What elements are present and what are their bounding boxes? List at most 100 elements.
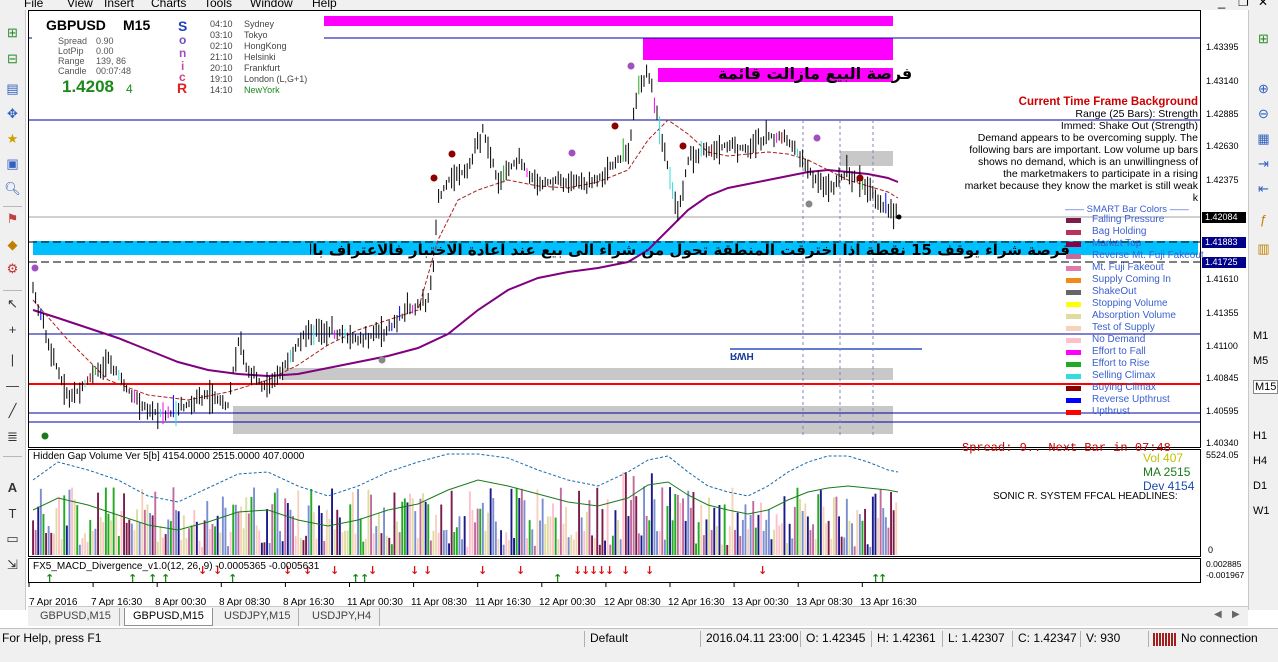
marker-dot — [41, 432, 49, 440]
market-watch-icon[interactable]: ▤ — [3, 80, 22, 98]
menu-window[interactable]: Window — [250, 0, 293, 10]
volume-bar — [731, 487, 734, 555]
minimize-icon[interactable]: _ — [1218, 0, 1225, 9]
arrows-icon[interactable]: ⇲ — [3, 556, 22, 574]
autoscroll-icon[interactable]: ⇥ — [1254, 155, 1273, 173]
shift-icon[interactable]: ⇤ — [1254, 180, 1273, 198]
volume-bar — [747, 529, 749, 555]
menu-file[interactable]: File — [24, 0, 43, 10]
horizontal-line-icon[interactable]: — — [3, 376, 22, 394]
tab-scroll-left-icon[interactable]: ◀ — [1214, 609, 1222, 620]
info-row-label: Candle — [58, 66, 87, 76]
experts-icon[interactable]: ⚙ — [3, 260, 22, 278]
crosshair-icon[interactable]: + — [3, 320, 22, 338]
new-chart-icon[interactable]: ⊞ — [1254, 30, 1273, 48]
templates-icon[interactable]: ▥ — [1254, 240, 1273, 258]
volume-bar — [801, 510, 804, 555]
tf-w1[interactable]: W1 — [1253, 505, 1270, 517]
volume-bar — [466, 546, 469, 555]
chart-tab-active[interactable]: GBPUSD,M15 — [124, 608, 213, 626]
tester-icon[interactable]: 🔍︎ — [3, 180, 22, 198]
legend-label: Selling Climax — [1092, 370, 1156, 381]
volume-bar — [448, 543, 450, 555]
volume-bar — [726, 544, 729, 555]
supply-zone-1 — [643, 38, 893, 60]
terminal-icon[interactable]: ▣ — [3, 155, 22, 173]
tab-scroll-right-icon[interactable]: ▶ — [1232, 609, 1240, 620]
volume-bar — [596, 487, 599, 555]
new-chart-icon[interactable]: ⊞ — [3, 24, 22, 42]
volume-bar — [354, 533, 357, 555]
timeframe-label: M15 — [123, 17, 151, 33]
level-price-box: 1.41883 — [1202, 237, 1246, 248]
volume-bar — [297, 490, 300, 555]
zoom-in-icon[interactable]: ⊕ — [1254, 80, 1273, 98]
volume-bar — [172, 487, 175, 555]
trendline-icon[interactable]: ╱ — [3, 402, 22, 420]
tf-h4[interactable]: H4 — [1253, 455, 1267, 467]
chart-tab[interactable]: USDJPY,M15 — [216, 608, 300, 626]
volume-bar — [544, 523, 547, 555]
legend-label: ShakeOut — [1092, 286, 1137, 297]
tf-h1[interactable]: H1 — [1253, 430, 1267, 442]
text-icon[interactable]: A — [3, 478, 22, 496]
chart-tab[interactable]: USDJPY,H4 — [304, 608, 381, 626]
profiles-icon[interactable]: ⊟ — [3, 50, 22, 68]
tf-d1[interactable]: D1 — [1253, 480, 1267, 492]
shapes-icon[interactable]: ▭ — [3, 530, 22, 548]
volume-bar — [424, 501, 427, 555]
menu-charts[interactable]: Charts — [151, 0, 186, 10]
volume-bar — [864, 508, 866, 555]
volume-bar — [398, 532, 401, 555]
legend-swatch — [1066, 398, 1081, 403]
menu-view[interactable]: View — [67, 0, 93, 10]
ctf-title: Current Time Frame Background — [1018, 96, 1198, 108]
volume-bar — [177, 511, 180, 555]
volume-bar — [260, 542, 263, 555]
legend-swatch — [1066, 254, 1081, 259]
marker-dot — [568, 149, 576, 157]
volume-bar — [622, 472, 625, 555]
tile-icon[interactable]: ▦ — [1254, 130, 1273, 148]
gray-zone-mid — [283, 368, 893, 380]
volume-bar — [554, 517, 557, 555]
close-icon[interactable]: ✕ — [1258, 0, 1268, 9]
ctf-background-legend: Current Time Frame Background Range (25 … — [938, 96, 1198, 204]
info-row-label: Range — [58, 56, 85, 66]
volume-bar — [341, 532, 344, 555]
volume-bar — [549, 516, 552, 555]
label-icon[interactable]: T — [3, 504, 22, 522]
macd-arrow-down-icon: ↓ — [605, 564, 614, 577]
tf-m5[interactable]: M5 — [1253, 355, 1268, 367]
new-order-icon[interactable]: ◆ — [3, 236, 22, 254]
volume-bar — [208, 528, 211, 555]
tf-m15[interactable]: M15 — [1253, 380, 1278, 394]
legend-item: Falling Pressure — [1066, 214, 1206, 226]
cursor-icon[interactable]: ↖ — [3, 295, 22, 313]
autotrading-icon[interactable]: ⚑ — [3, 210, 22, 228]
legend-label: Upthrust — [1092, 406, 1130, 417]
legend-swatch — [1066, 410, 1081, 415]
legend-label: Supply Coming In — [1092, 274, 1171, 285]
restore-icon[interactable]: ❐ — [1238, 0, 1249, 9]
fibo-icon[interactable]: ≣ — [3, 428, 22, 446]
menu-insert[interactable]: Insert — [104, 0, 134, 10]
legend-label: Falling Pressure — [1092, 214, 1165, 225]
volume-bar — [250, 496, 253, 555]
chart-tab[interactable]: GBPUSD,M15 — [32, 608, 120, 626]
zoom-out-icon[interactable]: ⊖ — [1254, 105, 1273, 123]
vertical-line-icon[interactable]: | — [3, 350, 22, 368]
menu-help[interactable]: Help — [312, 0, 337, 10]
navigator-icon[interactable]: ✥ — [3, 105, 22, 123]
price-tick: 1.41100 — [1206, 341, 1238, 351]
chart-tabs: GBPUSD,M15 GBPUSD,M15 USDJPY,M15 USDJPY,… — [28, 606, 1248, 626]
volume-bar — [263, 542, 266, 555]
menu-tools[interactable]: Tools — [204, 0, 232, 10]
tf-m1[interactable]: M1 — [1253, 330, 1268, 342]
legend-swatch — [1066, 338, 1081, 343]
volume-bar — [281, 541, 284, 555]
favorites-icon[interactable]: ★ — [3, 130, 22, 148]
session-city: Tokyo — [244, 30, 268, 40]
indicators-icon[interactable]: ƒ — [1254, 210, 1273, 228]
volume-bar — [474, 522, 476, 555]
